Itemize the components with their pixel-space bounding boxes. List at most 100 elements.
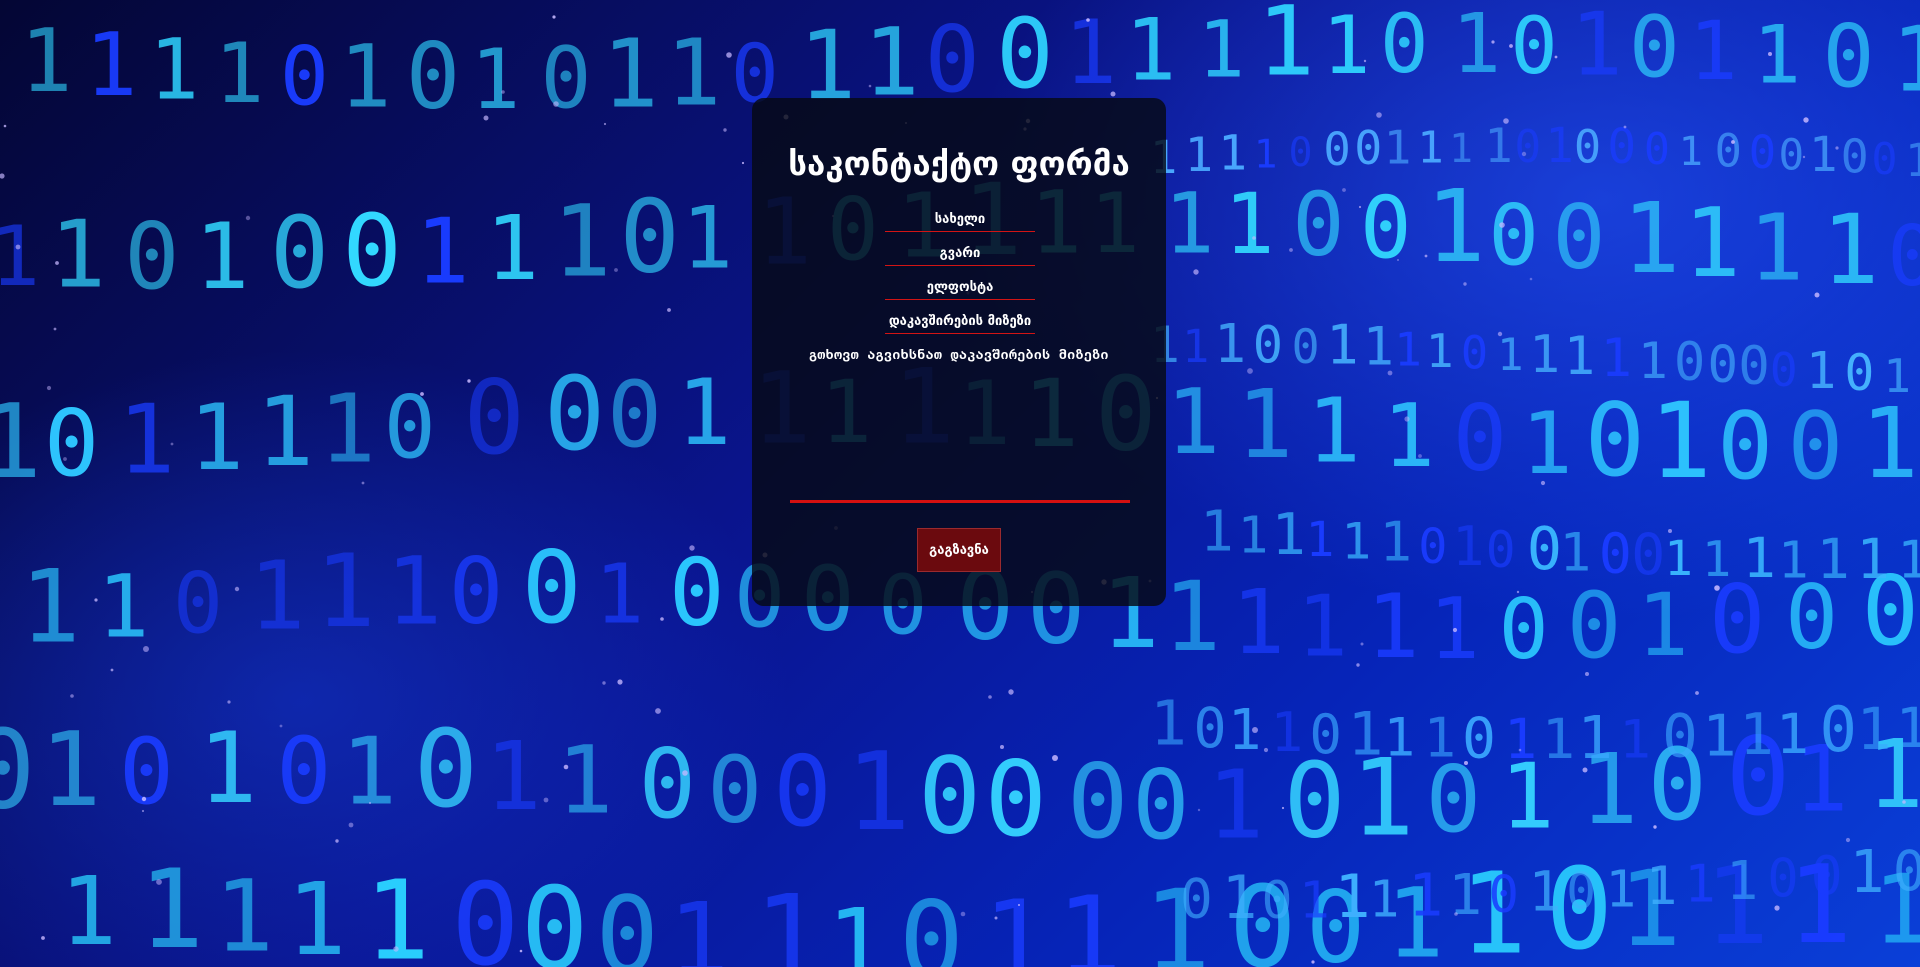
binary-digit: 1 (1198, 4, 1245, 95)
binary-digit: 0 (1566, 862, 1596, 920)
sparkle (655, 708, 661, 714)
binary-digit: 0 (1844, 344, 1874, 402)
binary-digit: 1 (1238, 505, 1269, 565)
binary-digit: 1 (1449, 126, 1473, 172)
binary-digit: 1 (1306, 512, 1335, 568)
sparkle (1529, 277, 1533, 281)
binary-digit: 0 (1819, 693, 1856, 766)
binary-digit: 1 (983, 878, 1047, 967)
binary-digit: 1 (827, 888, 885, 967)
binary-digit: 1 (1905, 134, 1920, 187)
sparkle (368, 801, 372, 805)
sparkle (1252, 727, 1258, 733)
binary-digit: 0 (996, 0, 1054, 110)
binary-digit: 0 (1607, 119, 1636, 175)
binary-digit: 0 (607, 361, 662, 468)
binary-digit: 1 (1702, 703, 1736, 769)
binary-digit: 0 (276, 717, 331, 824)
binary-digit: 1 (1892, 7, 1920, 112)
binary-digit: 1 (1452, 515, 1485, 578)
binary-digit: 1 (1214, 313, 1246, 375)
sparkle (1363, 59, 1367, 63)
email-field[interactable] (885, 276, 1035, 300)
binary-digit: 1 (1125, 2, 1176, 101)
binary-digit: 0 (124, 203, 179, 310)
binary-digit: 0 (406, 25, 461, 130)
sparkle (1509, 44, 1513, 48)
sparkle (1518, 748, 1522, 752)
send-button[interactable]: გაგზავნა (917, 528, 1001, 572)
binary-digit: 0 (119, 718, 174, 825)
binary-digit: 1 (1424, 707, 1456, 770)
sparkle (15, 244, 21, 250)
sparkle (1902, 800, 1906, 804)
binary-digit: 1 (1559, 523, 1591, 584)
binary-digit: 1 (20, 548, 80, 665)
binary-digit: 0 (899, 879, 964, 967)
binary-digit: 1 (0, 208, 40, 305)
binary-digit: 1 (1297, 577, 1348, 676)
binary-digit: 1 (1224, 175, 1275, 273)
binary-digit: 0 (1194, 696, 1227, 760)
sparkle (1197, 808, 1201, 812)
first-name-field[interactable] (885, 208, 1035, 232)
sparkle (170, 442, 174, 446)
binary-digit: 0 (1552, 186, 1605, 289)
sparkle (1397, 259, 1399, 261)
binary-digit: 1 (1816, 527, 1849, 592)
binary-digit: 1 (1257, 0, 1315, 97)
subject-field[interactable] (885, 310, 1035, 334)
sparkle (614, 268, 618, 272)
sparkle (1554, 55, 1558, 59)
binary-digit: 1 (1860, 387, 1918, 500)
binary-digit: 1 (1806, 341, 1836, 400)
binary-digit: 1 (1166, 370, 1220, 475)
sparkle (1802, 155, 1806, 159)
binary-digit: 0 (1811, 845, 1843, 907)
binary-digit: 1 (1649, 380, 1712, 502)
binary-digit: 1 (319, 374, 376, 484)
binary-digit: 1 (1363, 318, 1394, 378)
binary-digit: 1 (1689, 5, 1738, 99)
binary-digit: 1 (1702, 530, 1732, 588)
sparkle (1424, 254, 1428, 258)
binary-digit: 1 (50, 201, 106, 309)
binary-digit: 1 (666, 18, 721, 126)
binary-digit: 0 (1871, 135, 1897, 185)
sparkle (1052, 755, 1058, 761)
binary-digit: 1 (198, 712, 257, 826)
binary-digit: 1 (1600, 328, 1632, 389)
binary-digit: 0 (449, 538, 504, 644)
binary-digit: 0 (1453, 387, 1508, 492)
sparkle (143, 646, 149, 652)
binary-digit: 1 (1164, 174, 1214, 272)
sparkle (0, 173, 5, 179)
sparkle (227, 700, 231, 704)
binary-digit: 1 (139, 846, 204, 967)
message-textarea[interactable] (790, 372, 1130, 503)
binary-digit: 0 (544, 355, 605, 474)
binary-digit: 1 (1497, 330, 1524, 381)
binary-digit: 0 (0, 707, 36, 834)
binary-digit: 1 (1417, 123, 1444, 174)
binary-digit: 1 (1529, 325, 1560, 385)
sparkle (1452, 627, 1458, 633)
binary-digit: 1 (214, 859, 274, 967)
sparkle (1356, 663, 1360, 667)
binary-digit: 1 (1753, 8, 1801, 101)
binary-digit: 1 (1743, 526, 1776, 591)
sparkle (603, 122, 607, 126)
sparkle (46, 385, 52, 391)
binary-digit: 1 (97, 558, 149, 658)
sparkle (563, 764, 569, 770)
sparkle (1582, 767, 1588, 773)
binary-digit: 1 (1684, 855, 1715, 915)
binary-digit: 1 (1222, 864, 1258, 933)
binary-digit: 0 (521, 863, 589, 967)
sparkle (1376, 112, 1382, 118)
binary-digit: 1 (415, 199, 469, 304)
binary-digit: 1 (60, 857, 117, 967)
sparkle (1516, 590, 1520, 594)
last-name-field[interactable] (885, 242, 1035, 266)
sparkle (660, 617, 664, 621)
